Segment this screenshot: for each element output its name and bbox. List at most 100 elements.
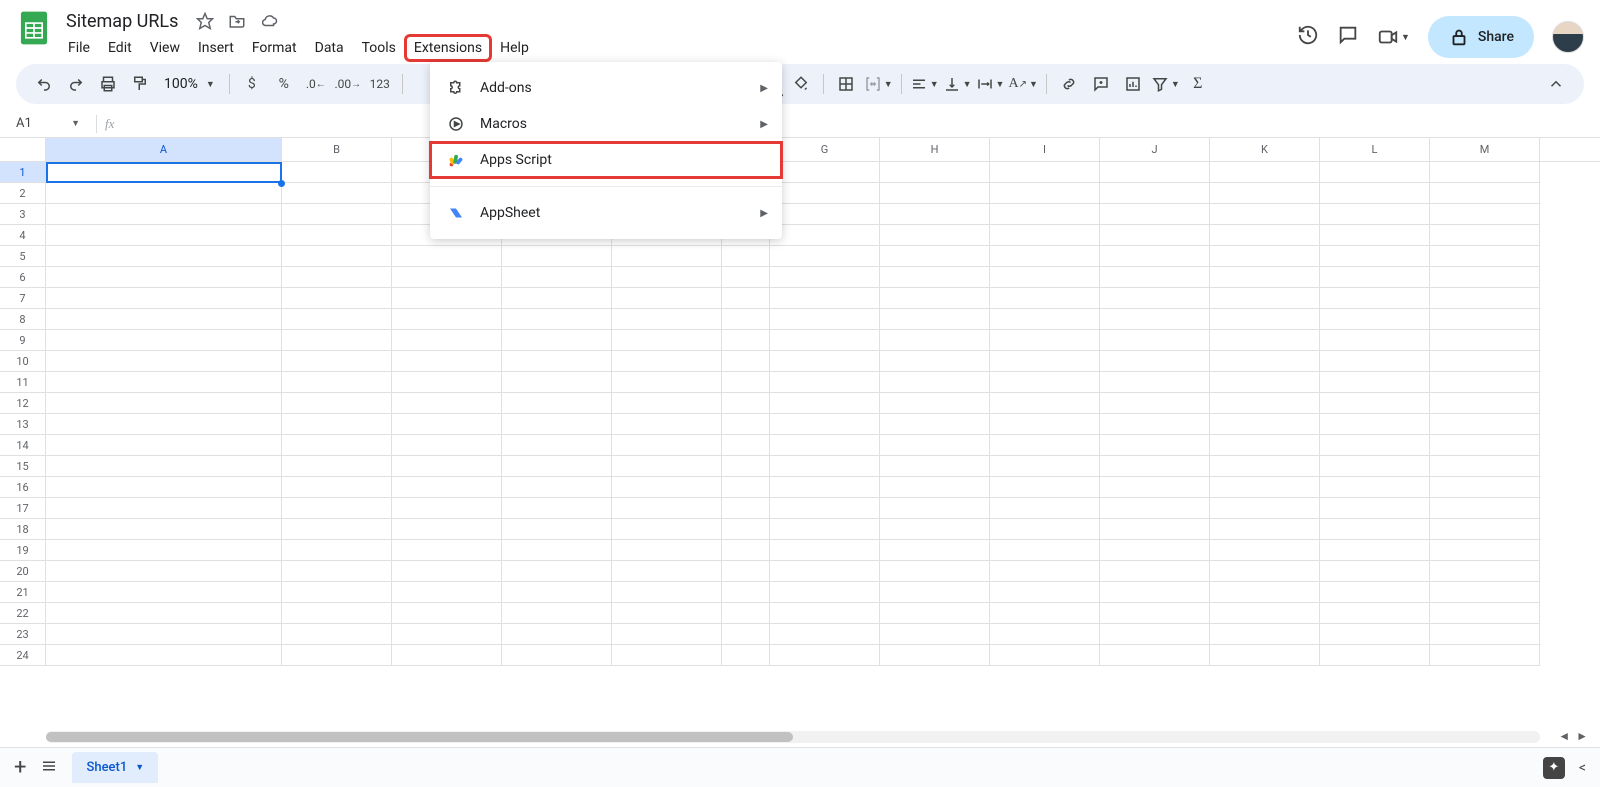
cell[interactable] — [770, 477, 880, 498]
cell[interactable] — [1430, 330, 1540, 351]
cell[interactable] — [612, 372, 722, 393]
cell[interactable] — [880, 519, 990, 540]
cell[interactable] — [1210, 204, 1320, 225]
cell[interactable] — [990, 456, 1100, 477]
cell[interactable] — [1430, 456, 1540, 477]
cell[interactable] — [770, 288, 880, 309]
cell[interactable] — [282, 519, 392, 540]
cell[interactable] — [282, 372, 392, 393]
cell[interactable] — [1100, 561, 1210, 582]
cell[interactable] — [392, 393, 502, 414]
cell[interactable] — [1100, 645, 1210, 666]
cell[interactable] — [502, 372, 612, 393]
format-percent-button[interactable]: % — [270, 70, 298, 98]
cell[interactable] — [1320, 561, 1430, 582]
cell[interactable] — [880, 540, 990, 561]
menu-extensions[interactable]: Extensions — [406, 36, 490, 60]
cell[interactable] — [1100, 624, 1210, 645]
cell[interactable] — [392, 309, 502, 330]
cell[interactable] — [1320, 372, 1430, 393]
cell[interactable] — [1100, 393, 1210, 414]
cell[interactable] — [990, 582, 1100, 603]
cell[interactable] — [880, 351, 990, 372]
insert-chart-button[interactable] — [1119, 70, 1147, 98]
cell[interactable] — [880, 435, 990, 456]
cell[interactable] — [1320, 540, 1430, 561]
cell[interactable] — [990, 414, 1100, 435]
cell[interactable] — [1320, 477, 1430, 498]
move-to-folder-icon[interactable] — [228, 12, 246, 30]
cell[interactable] — [46, 414, 282, 435]
fill-handle[interactable] — [278, 180, 285, 187]
cell[interactable] — [282, 246, 392, 267]
cell[interactable] — [1430, 414, 1540, 435]
cell[interactable] — [46, 246, 282, 267]
spreadsheet-grid[interactable]: A B C D E F G H I J K L M 12345678910111… — [0, 138, 1600, 730]
cell[interactable] — [46, 225, 282, 246]
cell[interactable] — [282, 540, 392, 561]
cell[interactable] — [880, 393, 990, 414]
cell[interactable] — [392, 603, 502, 624]
cell[interactable] — [1210, 351, 1320, 372]
cell[interactable] — [880, 246, 990, 267]
cell[interactable] — [990, 225, 1100, 246]
cell[interactable] — [770, 456, 880, 477]
cell[interactable] — [1210, 645, 1320, 666]
cell[interactable] — [1210, 477, 1320, 498]
cell[interactable] — [990, 519, 1100, 540]
row-header[interactable]: 20 — [0, 561, 45, 582]
cell[interactable] — [1430, 561, 1540, 582]
cell[interactable] — [502, 351, 612, 372]
row-header[interactable]: 22 — [0, 603, 45, 624]
cell[interactable] — [1320, 603, 1430, 624]
cell[interactable] — [722, 309, 770, 330]
history-icon[interactable] — [1297, 24, 1319, 50]
cell[interactable] — [392, 267, 502, 288]
row-header[interactable]: 21 — [0, 582, 45, 603]
cell[interactable] — [392, 624, 502, 645]
cell[interactable] — [46, 477, 282, 498]
all-sheets-button[interactable] — [40, 757, 58, 779]
cell[interactable] — [502, 456, 612, 477]
cell[interactable] — [282, 624, 392, 645]
cell[interactable] — [1430, 288, 1540, 309]
row-header[interactable]: 17 — [0, 498, 45, 519]
column-header[interactable]: H — [880, 138, 990, 161]
cell[interactable] — [880, 603, 990, 624]
cell[interactable] — [770, 414, 880, 435]
scroll-left-icon[interactable]: ◄ — [1558, 729, 1570, 743]
cell[interactable] — [880, 162, 990, 183]
row-header[interactable]: 8 — [0, 309, 45, 330]
cell[interactable] — [770, 183, 880, 204]
cell[interactable] — [880, 561, 990, 582]
cell[interactable] — [1430, 204, 1540, 225]
column-header[interactable]: L — [1320, 138, 1430, 161]
cell[interactable] — [502, 582, 612, 603]
row-header[interactable]: 14 — [0, 435, 45, 456]
cell[interactable] — [392, 330, 502, 351]
cell[interactable] — [1320, 225, 1430, 246]
row-header[interactable]: 2 — [0, 183, 45, 204]
cell[interactable] — [1320, 519, 1430, 540]
cell[interactable] — [1100, 330, 1210, 351]
cell[interactable] — [1210, 456, 1320, 477]
cell[interactable] — [612, 267, 722, 288]
cell[interactable] — [1210, 519, 1320, 540]
cell[interactable] — [990, 372, 1100, 393]
cell[interactable] — [1210, 183, 1320, 204]
cell[interactable] — [502, 477, 612, 498]
cell[interactable] — [1100, 519, 1210, 540]
cell[interactable] — [282, 393, 392, 414]
ext-item-apps-script[interactable]: Apps Script — [430, 142, 782, 178]
cell[interactable] — [722, 561, 770, 582]
cell[interactable] — [46, 351, 282, 372]
decrease-decimal-button[interactable]: .0← — [302, 70, 330, 98]
cell[interactable] — [1430, 246, 1540, 267]
cell[interactable] — [46, 393, 282, 414]
cell[interactable] — [282, 477, 392, 498]
cell[interactable] — [46, 498, 282, 519]
cell[interactable] — [46, 288, 282, 309]
cell[interactable] — [1100, 309, 1210, 330]
cell[interactable] — [1100, 435, 1210, 456]
cell[interactable] — [1430, 393, 1540, 414]
